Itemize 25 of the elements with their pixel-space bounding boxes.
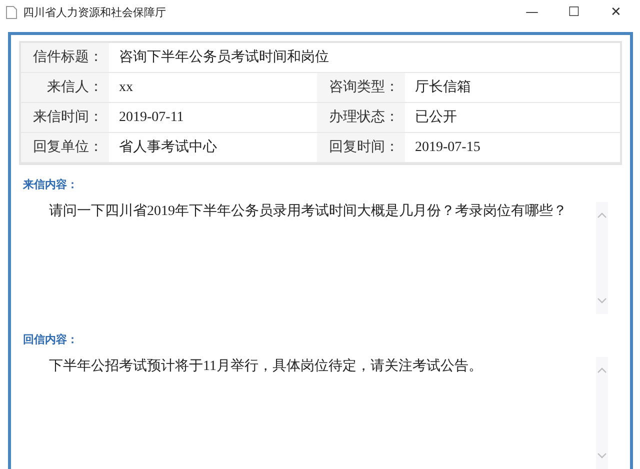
section-heading: 来信内容： (23, 177, 79, 192)
scroll-up-icon[interactable] (597, 367, 607, 373)
letter-text: 请问一下四川省2019年下半年公务员录用考试时间大概是几月份？考录岗位有哪些？ (49, 202, 568, 221)
field-value: 2019-07-15 (405, 133, 620, 163)
field-label: 办理状态： (317, 103, 405, 133)
maximize-button[interactable]: ☐ (556, 0, 592, 24)
close-button[interactable]: ✕ (598, 0, 634, 24)
scrollbar[interactable] (596, 202, 608, 314)
letter-text: 下半年公招考试预计将于11月举行，具体岗位待定，请关注考试公告。 (49, 357, 484, 376)
field-label: 咨询类型： (317, 73, 405, 103)
document-icon (6, 6, 17, 18)
field-value: 已公开 (405, 103, 620, 133)
minimize-button[interactable]: — (514, 0, 550, 24)
field-label: 回复时间： (317, 133, 405, 163)
field-label: 来信人： (21, 73, 109, 103)
scroll-down-icon[interactable] (597, 453, 607, 459)
field-label: 信件标题： (21, 43, 109, 73)
field-label: 来信时间： (21, 103, 109, 133)
scroll-up-icon[interactable] (597, 212, 607, 218)
scroll-down-icon[interactable] (597, 298, 607, 304)
section-heading: 回信内容： (23, 332, 79, 347)
window-title: 四川省人力资源和社会保障厅 (23, 4, 167, 20)
field-value: 厅长信箱 (405, 73, 620, 103)
field-label: 回复单位： (21, 133, 109, 163)
scrollbar[interactable] (596, 357, 608, 469)
